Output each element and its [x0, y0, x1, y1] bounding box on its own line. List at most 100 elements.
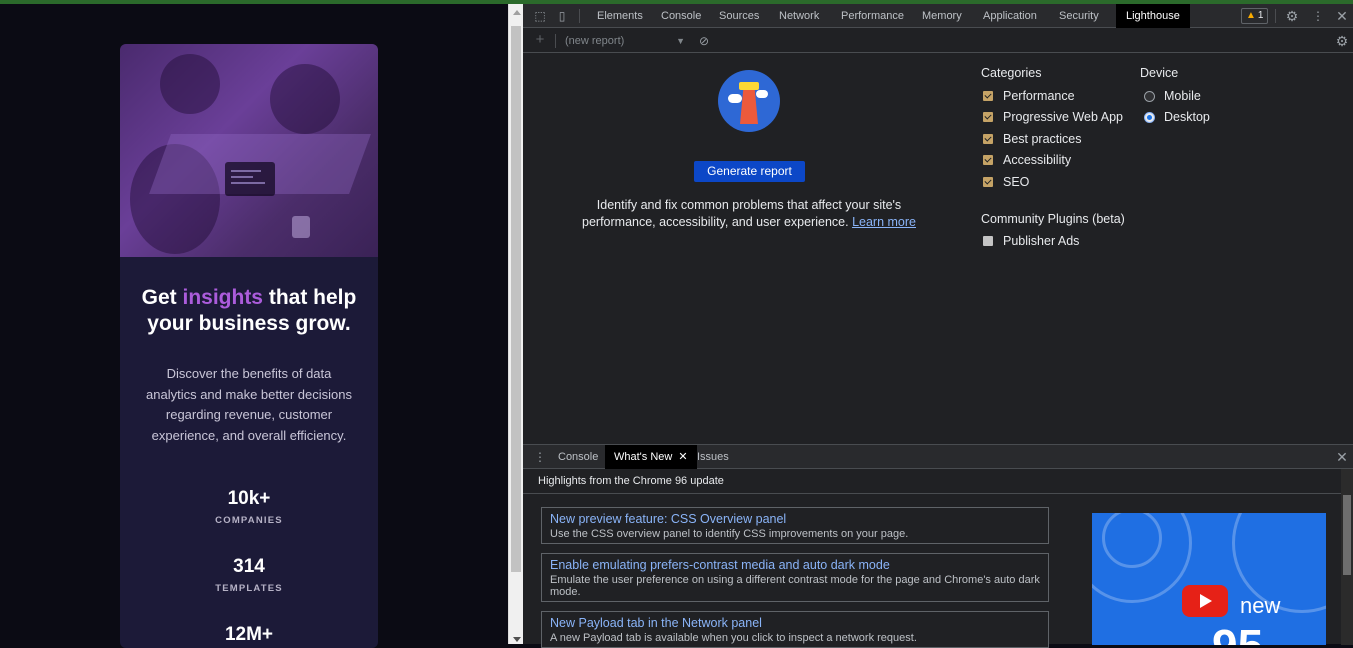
generate-report-button[interactable]: Generate report: [694, 161, 805, 182]
news-item[interactable]: New preview feature: CSS Overview panel …: [541, 507, 1049, 544]
drawer-tab-console[interactable]: Console: [549, 445, 607, 469]
tab-security[interactable]: Security: [1049, 4, 1109, 28]
drawer-tab-issues[interactable]: Issues: [688, 445, 738, 469]
checkbox-label: Performance: [1003, 89, 1075, 103]
checkbox-label: Progressive Web App: [1003, 110, 1123, 124]
scrollbar-thumb[interactable]: [511, 26, 521, 572]
radio-selected-icon: [1144, 112, 1155, 123]
category-seo-checkbox[interactable]: SEO: [983, 174, 1029, 190]
toolbar-divider: [555, 34, 556, 48]
chevron-down-icon: ▼: [676, 36, 685, 46]
close-tab-icon[interactable]: ✕: [678, 451, 687, 463]
card-description: Discover the benefits of data analytics …: [146, 366, 352, 444]
devtools-panel: ⬚ ▯ Elements Console Sources Network Per…: [523, 4, 1353, 648]
tab-performance[interactable]: Performance: [831, 4, 914, 28]
radio-label: Mobile: [1164, 89, 1201, 103]
person-silhouette: [160, 54, 220, 114]
devtools-tabbar: ⬚ ▯ Elements Console Sources Network Per…: [523, 4, 1353, 28]
stats-preview-card: Get insights that help your business gro…: [120, 44, 378, 648]
categories-heading: Categories: [981, 66, 1042, 80]
device-desktop-radio[interactable]: Desktop: [1144, 109, 1210, 125]
checkbox-checked-icon: [983, 134, 993, 144]
news-description: Use the CSS overview panel to identify C…: [550, 528, 909, 540]
more-options-icon[interactable]: ⋮: [1311, 9, 1325, 23]
lighthouse-start-view: Generate report Identify and fix common …: [523, 53, 1353, 444]
tab-console[interactable]: Console: [651, 4, 711, 28]
plugins-heading: Community Plugins (beta): [981, 212, 1125, 226]
tab-lighthouse[interactable]: Lighthouse: [1116, 4, 1190, 28]
person-silhouette: [270, 64, 340, 134]
devtools-drawer: ⋮ Console What's New ✕ Issues ✕ Highlight…: [523, 444, 1353, 648]
radio-label: Desktop: [1164, 110, 1210, 124]
tab-memory[interactable]: Memory: [912, 4, 972, 28]
video-text: new: [1240, 593, 1281, 618]
page-scrollbar[interactable]: [508, 4, 523, 644]
card-image: [120, 44, 378, 257]
whats-new-highlights: Highlights from the Chrome 96 update: [538, 475, 724, 487]
drawer-menu-icon[interactable]: ⋮: [533, 450, 547, 464]
checkbox-checked-icon: [983, 112, 993, 122]
lighthouse-toolbar: + (new report) ▼ ⊘ ⚙: [523, 29, 1353, 53]
warning-count: 1: [1257, 10, 1264, 21]
headline-accent: insights: [182, 286, 263, 309]
category-accessibility-checkbox[interactable]: Accessibility: [983, 152, 1071, 168]
lighthouse-settings-gear-icon[interactable]: ⚙: [1335, 34, 1349, 48]
checkbox-label: Best practices: [1003, 132, 1082, 146]
drawer-tabbar: ⋮ Console What's New ✕ Issues ✕: [523, 445, 1353, 469]
warning-icon: ▲: [1246, 10, 1256, 21]
category-pwa-checkbox[interactable]: Progressive Web App: [983, 109, 1123, 125]
toolbar-divider: [579, 9, 580, 23]
plugin-publisher-ads-checkbox[interactable]: Publisher Ads: [983, 233, 1079, 249]
category-best-practices-checkbox[interactable]: Best practices: [983, 131, 1082, 147]
stat-label: COMPANIES: [215, 515, 283, 526]
stat-value: 10k+: [227, 488, 271, 509]
divider: [523, 493, 1341, 494]
stat-queries: 12M+: [120, 624, 378, 646]
add-report-icon[interactable]: +: [533, 32, 547, 47]
category-performance-checkbox[interactable]: Performance: [983, 88, 1075, 104]
tab-application[interactable]: Application: [973, 4, 1047, 28]
checkbox-checked-icon: [983, 91, 993, 101]
drawer-tab-whats-new[interactable]: What's New ✕: [605, 445, 697, 469]
lighthouse-description: Identify and fix common problems that af…: [563, 197, 935, 231]
page-preview: Get insights that help your business gro…: [0, 4, 508, 648]
news-description: Emulate the user preference on using a d…: [550, 574, 1040, 598]
settings-gear-icon[interactable]: ⚙: [1285, 9, 1299, 23]
stat-label: TEMPLATES: [215, 583, 283, 594]
news-title-link[interactable]: New Payload tab in the Network panel: [550, 615, 1040, 631]
whats-new-video-thumbnail[interactable]: new 95: [1092, 513, 1326, 645]
radio-unselected-icon: [1144, 91, 1155, 102]
stat-value: 12M+: [224, 624, 274, 645]
checkbox-checked-icon: [983, 155, 993, 165]
device-mobile-radio[interactable]: Mobile: [1144, 88, 1201, 104]
tab-network[interactable]: Network: [769, 4, 829, 28]
learn-more-link[interactable]: Learn more: [852, 215, 916, 229]
news-item[interactable]: Enable emulating prefers-contrast media …: [541, 553, 1049, 602]
report-select-value: (new report): [565, 35, 625, 47]
device-heading: Device: [1140, 66, 1179, 80]
close-devtools-icon[interactable]: ✕: [1335, 9, 1349, 23]
device-toolbar-icon[interactable]: ▯: [555, 9, 569, 23]
checkbox-unchecked-icon: [983, 236, 993, 246]
scroll-up-icon[interactable]: [513, 10, 521, 15]
news-title-link[interactable]: New preview feature: CSS Overview panel: [550, 511, 1040, 527]
clear-reports-icon[interactable]: ⊘: [697, 34, 711, 48]
stat-companies: 10k+ COMPANIES: [120, 488, 378, 526]
drawer-scrollbar[interactable]: [1341, 469, 1353, 645]
report-select[interactable]: (new report) ▼: [565, 33, 685, 49]
tab-elements[interactable]: Elements: [587, 4, 653, 28]
scroll-down-icon[interactable]: [513, 637, 521, 642]
stat-templates: 314 TEMPLATES: [120, 556, 378, 594]
inspect-element-icon[interactable]: ⬚: [533, 9, 547, 23]
news-description: A new Payload tab is available when you …: [550, 632, 917, 644]
lighthouse-logo-icon: [718, 70, 780, 132]
news-item[interactable]: New Payload tab in the Network panel A n…: [541, 611, 1049, 648]
close-drawer-icon[interactable]: ✕: [1335, 450, 1349, 464]
news-title-link[interactable]: Enable emulating prefers-contrast media …: [550, 557, 1040, 573]
warnings-badge[interactable]: ▲ 1: [1241, 8, 1269, 24]
youtube-play-icon[interactable]: [1182, 585, 1228, 617]
tab-sources[interactable]: Sources: [709, 4, 769, 28]
tab-label: What's New: [614, 451, 673, 463]
checkbox-checked-icon: [983, 177, 993, 187]
scrollbar-thumb[interactable]: [1343, 495, 1351, 575]
